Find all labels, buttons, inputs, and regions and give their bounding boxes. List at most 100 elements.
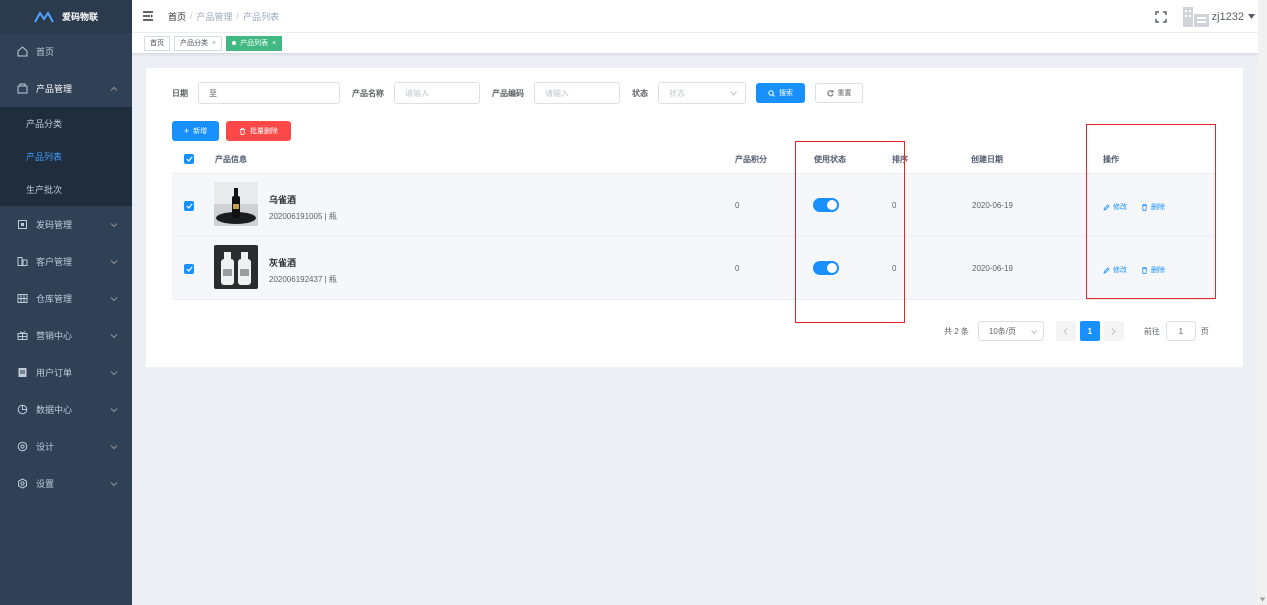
close-icon[interactable]: × — [272, 40, 276, 47]
column-header-status: 使用状态 — [814, 154, 846, 164]
date-range-picker[interactable]: 至 — [198, 82, 340, 104]
column-header-points: 产品积分 — [735, 154, 767, 164]
breadcrumb-product-list: 产品列表 — [243, 11, 280, 22]
fullscreen-icon[interactable] — [1154, 10, 1168, 24]
table-header: 产品信息 产品积分 使用状态 排序 创建日期 操作 — [172, 145, 1215, 174]
hamburger-icon[interactable] — [142, 10, 154, 22]
sidebar-item-user-orders[interactable]: 用户订单 — [0, 354, 132, 391]
tag-product-list[interactable]: 产品列表 × — [226, 35, 283, 51]
status-toggle[interactable] — [813, 261, 839, 275]
search-button[interactable]: 搜索 — [756, 83, 805, 103]
chevron-down-icon — [730, 91, 737, 96]
trash-icon — [240, 127, 245, 135]
breadcrumb-home[interactable]: 首页 — [168, 10, 186, 23]
product-name: 灰雀酒 — [269, 258, 297, 268]
toolbar: + 新增 批量删除 — [172, 121, 291, 141]
edit-icon — [1103, 267, 1110, 274]
chevron-down-icon — [110, 297, 118, 302]
row-checkbox[interactable] — [184, 264, 194, 274]
sidebar-item-label: 设计 — [36, 442, 55, 452]
column-header-product-info: 产品信息 — [215, 154, 247, 164]
edit-link[interactable]: 修改 — [1103, 202, 1127, 212]
close-icon[interactable]: × — [212, 40, 216, 47]
table-row: 乌雀酒 202006191005 | 瓶 0 0 2020-06-19 修改 删… — [172, 174, 1215, 237]
page-number-button[interactable]: 1 — [1079, 321, 1100, 341]
sidebar-item-data-center[interactable]: 数据中心 — [0, 391, 132, 428]
product-info: 乌雀酒 202006191005 | 瓶 — [269, 193, 337, 222]
sidebar-item-label: 仓库管理 — [36, 294, 73, 304]
status-toggle[interactable] — [813, 198, 839, 212]
date-range-separator: 至 — [209, 88, 217, 98]
reset-button[interactable]: 重置 — [815, 83, 863, 103]
column-header-sort: 排序 — [892, 154, 908, 164]
sidebar-item-label: 首页 — [36, 47, 55, 57]
order-icon — [16, 367, 28, 379]
edit-link[interactable]: 修改 — [1103, 265, 1127, 275]
sidebar-item-warehouse-management[interactable]: 仓库管理 — [0, 280, 132, 317]
sidebar-item-label: 产品管理 — [36, 84, 73, 94]
plus-icon: + — [183, 126, 190, 136]
select-all-checkbox[interactable] — [184, 154, 194, 164]
tag-home[interactable]: 首页 — [144, 35, 170, 51]
sidebar-subitem-product-category[interactable]: 产品分类 — [0, 107, 132, 140]
sidebar-item-home[interactable]: 首页 — [0, 33, 132, 70]
scroll-down-icon[interactable] — [1259, 597, 1266, 602]
add-button[interactable]: + 新增 — [172, 121, 219, 141]
product-sort: 0 — [892, 264, 897, 273]
product-sort: 0 — [892, 201, 897, 210]
sidebar-item-label: 客户管理 — [36, 257, 73, 267]
main-card: 日期 至 产品名称 请输入 产品编码 请输入 状态 状态 搜索 重置 + 新增 — [146, 68, 1243, 367]
date-label: 日期 — [172, 88, 188, 98]
breadcrumb: 首页 / 产品管理 / 产品列表 — [168, 10, 279, 23]
next-page-button[interactable] — [1103, 321, 1124, 341]
navbar: 首页 / 产品管理 / 产品列表 zj1232 — [132, 0, 1267, 33]
product-code-label: 产品编码 — [492, 88, 524, 98]
status-select[interactable]: 状态 — [658, 82, 746, 104]
product-submenu: 产品分类 产品列表 生产批次 — [0, 107, 132, 206]
edit-label: 修改 — [1113, 204, 1127, 211]
product-code-input[interactable]: 请输入 — [534, 82, 620, 104]
goto-page-input[interactable]: 1 — [1165, 321, 1196, 341]
sidebar-item-design[interactable]: 设计 — [0, 428, 132, 465]
product-points: 0 — [735, 264, 740, 273]
sidebar-item-code-management[interactable]: 发码管理 — [0, 206, 132, 243]
tag-label: 产品列表 — [240, 40, 269, 47]
status-label: 状态 — [632, 88, 648, 98]
delete-link[interactable]: 删除 — [1141, 265, 1165, 275]
username[interactable]: zj1232 — [1212, 11, 1244, 23]
check-icon — [185, 203, 193, 209]
sidebar-item-settings[interactable]: 设置 — [0, 465, 132, 502]
sidebar-subitem-production-batch[interactable]: 生产批次 — [0, 173, 132, 206]
sidebar-item-label: 用户订单 — [36, 368, 73, 378]
chevron-down-icon — [110, 334, 118, 339]
tag-product-category[interactable]: 产品分类 × — [174, 35, 223, 51]
product-icon — [16, 83, 28, 95]
breadcrumb-product-management[interactable]: 产品管理 — [197, 10, 233, 23]
search-button-label: 搜索 — [779, 90, 793, 97]
design-icon — [16, 441, 28, 453]
row-checkbox[interactable] — [184, 201, 194, 211]
check-icon — [185, 266, 193, 272]
page-size-select[interactable]: 10条/页 — [977, 321, 1044, 341]
avatar[interactable] — [1182, 6, 1210, 28]
tags-view: 首页 产品分类 × 产品列表 × — [132, 33, 1267, 54]
product-name-input[interactable]: 请输入 — [394, 82, 480, 104]
prev-page-button[interactable] — [1055, 321, 1076, 341]
trash-icon — [1142, 266, 1147, 274]
batch-delete-button[interactable]: 批量删除 — [226, 121, 291, 141]
delete-link[interactable]: 删除 — [1141, 202, 1165, 212]
product-thumbnail — [214, 245, 258, 289]
product-thumbnail — [214, 182, 258, 226]
sidebar-item-product-management[interactable]: 产品管理 — [0, 70, 132, 107]
product-name-label: 产品名称 — [352, 88, 384, 98]
sidebar-subitem-product-list[interactable]: 产品列表 — [0, 140, 132, 173]
chevron-down-icon — [110, 260, 118, 265]
page-scrollbar[interactable] — [1258, 0, 1267, 605]
sidebar-item-customer-management[interactable]: 客户管理 — [0, 243, 132, 280]
sidebar-item-label: 数据中心 — [36, 405, 73, 415]
sidebar-item-marketing-center[interactable]: 营销中心 — [0, 317, 132, 354]
product-code-placeholder: 请输入 — [545, 88, 569, 98]
caret-down-icon[interactable] — [1248, 14, 1255, 19]
chevron-left-icon — [1063, 327, 1068, 335]
reset-button-label: 重置 — [837, 90, 852, 97]
